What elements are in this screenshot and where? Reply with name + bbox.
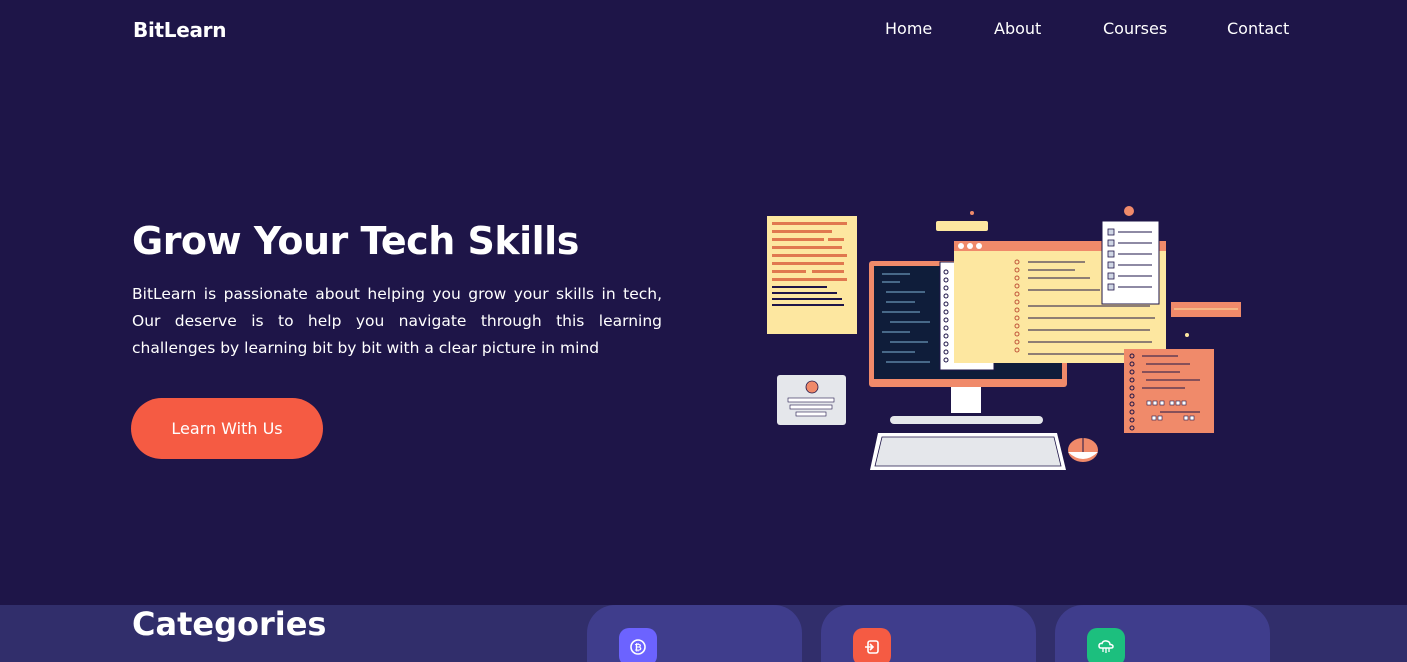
mouse-graphic <box>1068 438 1098 462</box>
category-card[interactable]: ₿ <box>587 605 802 662</box>
learn-with-us-button[interactable]: Learn With Us <box>131 398 323 459</box>
code-sheet-graphic <box>767 216 857 334</box>
category-card[interactable] <box>821 605 1036 662</box>
nav-home-link[interactable]: Home <box>885 19 932 38</box>
nav-courses-link[interactable]: Courses <box>1103 19 1167 38</box>
nav-about-link[interactable]: About <box>994 19 1041 38</box>
code-card-graphic <box>1124 349 1214 433</box>
logo[interactable]: BitLearn <box>133 18 226 42</box>
id-card-graphic <box>777 375 846 425</box>
categories-title: Categories <box>132 605 327 643</box>
hero-description: BitLearn is passionate about helping you… <box>132 285 662 357</box>
bitcoin-icon: ₿ <box>619 628 657 662</box>
computer-illustration <box>767 206 1241 470</box>
navbar: BitLearn Home About Courses Contact <box>0 0 1407 60</box>
hero-title: Grow Your Tech Skills <box>132 219 579 263</box>
nav-contact-link[interactable]: Contact <box>1227 19 1289 38</box>
category-card[interactable] <box>1055 605 1270 662</box>
cloud-network-icon <box>1087 628 1125 662</box>
login-icon <box>853 628 891 662</box>
svg-text:₿: ₿ <box>634 643 641 654</box>
keyboard-graphic <box>870 433 1066 470</box>
